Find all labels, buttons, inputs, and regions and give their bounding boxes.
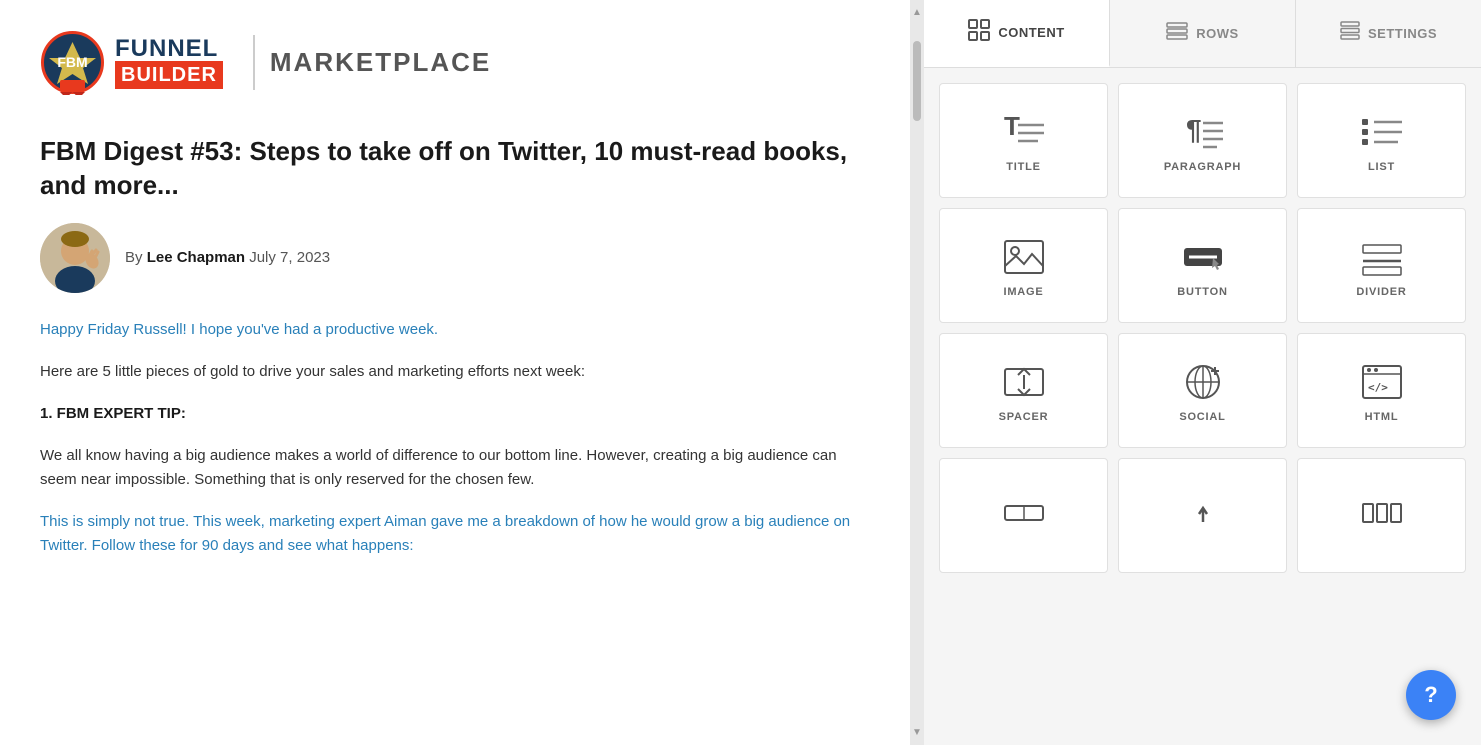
svg-text:T: T: [1004, 113, 1020, 141]
button-icon: [1181, 238, 1225, 276]
grid-item-row1[interactable]: [939, 458, 1108, 573]
builder-text: BUILDER: [115, 61, 223, 89]
tab-content[interactable]: CONTENT: [924, 0, 1110, 67]
help-icon: ?: [1424, 682, 1437, 708]
grid-item-spacer[interactable]: SPACER: [939, 333, 1108, 448]
logo-text: FUNNEL BUILDER MARKETPLACE: [115, 35, 491, 90]
tab-rows-label: ROWS: [1196, 26, 1238, 41]
image-icon: [1002, 238, 1046, 276]
spacer-label: SPACER: [999, 411, 1049, 423]
section2-body: This is simply not true. This week, mark…: [40, 510, 870, 558]
scroll-down-arrow[interactable]: ▼: [909, 724, 925, 741]
help-button[interactable]: ?: [1406, 670, 1456, 720]
html-icon: </>: [1360, 363, 1404, 401]
list-icon: [1360, 113, 1404, 151]
svg-text:</>: </>: [1368, 381, 1388, 394]
scrollbar-thumb[interactable]: [913, 41, 921, 121]
image-label: IMAGE: [1003, 286, 1043, 298]
article-preview: FBM FUNNEL BUILDER MARKETPLACE FBM Diges…: [0, 0, 910, 745]
list-label: LIST: [1368, 161, 1395, 173]
grid-item-divider[interactable]: DIVIDER: [1297, 208, 1466, 323]
spacer-icon: [1002, 363, 1046, 401]
grid-item-title[interactable]: T TITLE: [939, 83, 1108, 198]
article-date: July 7, 2023: [249, 249, 330, 266]
scroll-up-arrow[interactable]: ▲: [909, 4, 925, 21]
title-icon: T: [1002, 113, 1046, 151]
logo-divider: [253, 35, 255, 90]
settings-tab-icon: [1340, 21, 1360, 46]
section1-heading: 1. FBM EXPERT TIP:: [40, 402, 870, 426]
article-title: FBM Digest #53: Steps to take off on Twi…: [40, 135, 870, 203]
right-panel: CONTENT ROWS SET: [924, 0, 1481, 745]
section1-body: We all know having a big audience makes …: [40, 444, 870, 492]
tabs-row: CONTENT ROWS SET: [924, 0, 1481, 68]
grid-item-row3[interactable]: [1297, 458, 1466, 573]
author-name: Lee Chapman: [147, 249, 245, 266]
paragraph-icon: ¶: [1181, 113, 1225, 151]
funnel-text: FUNNEL: [115, 37, 223, 61]
row3-icon: [1360, 494, 1404, 532]
content-tab-icon: [968, 19, 990, 46]
logo-area: FBM FUNNEL BUILDER MARKETPLACE: [40, 30, 870, 105]
svg-text:FBM: FBM: [57, 54, 87, 70]
article-greeting: Happy Friday Russell! I hope you've had …: [40, 318, 870, 342]
article-intro: Here are 5 little pieces of gold to driv…: [40, 360, 870, 384]
title-label: TITLE: [1006, 161, 1041, 173]
greeting-text: Happy Friday Russell! I hope you've had …: [40, 321, 438, 338]
divider-icon: [1360, 238, 1404, 276]
section2-text: This is simply not true. This week, mark…: [40, 513, 850, 554]
tab-settings[interactable]: SETTINGS: [1296, 0, 1481, 67]
html-label: HTML: [1365, 411, 1399, 423]
grid-item-image[interactable]: IMAGE: [939, 208, 1108, 323]
divider-label: DIVIDER: [1356, 286, 1406, 298]
grid-item-html[interactable]: </> HTML: [1297, 333, 1466, 448]
logo-icon: FBM: [40, 30, 105, 95]
social-icon: [1181, 363, 1225, 401]
author-prefix: By: [125, 249, 143, 266]
article-body: Happy Friday Russell! I hope you've had …: [40, 318, 870, 558]
grid-item-list[interactable]: LIST: [1297, 83, 1466, 198]
button-label: BUTTON: [1177, 286, 1227, 298]
svg-text:¶: ¶: [1186, 114, 1202, 145]
grid-item-social[interactable]: SOCIAL: [1118, 333, 1287, 448]
author-row: By Lee Chapman July 7, 2023: [40, 223, 870, 293]
tab-settings-label: SETTINGS: [1368, 26, 1437, 41]
social-label: SOCIAL: [1179, 411, 1225, 423]
left-scrollbar[interactable]: ▲ ▼: [910, 0, 924, 745]
paragraph-label: PARAGRAPH: [1164, 161, 1241, 173]
marketplace-text: MARKETPLACE: [270, 47, 491, 78]
tab-content-label: CONTENT: [998, 25, 1064, 40]
row1-icon: [1002, 494, 1046, 532]
grid-item-row2[interactable]: [1118, 458, 1287, 573]
author-avatar: [40, 223, 110, 293]
grid-item-paragraph[interactable]: ¶ PARAGRAPH: [1118, 83, 1287, 198]
tab-rows[interactable]: ROWS: [1110, 0, 1296, 67]
content-grid: T TITLE ¶ PARAGRAPH: [924, 68, 1481, 745]
row2-icon: [1181, 494, 1225, 532]
author-info: By Lee Chapman July 7, 2023: [125, 249, 330, 266]
rows-tab-icon: [1166, 22, 1188, 45]
grid-item-button[interactable]: BUTTON: [1118, 208, 1287, 323]
